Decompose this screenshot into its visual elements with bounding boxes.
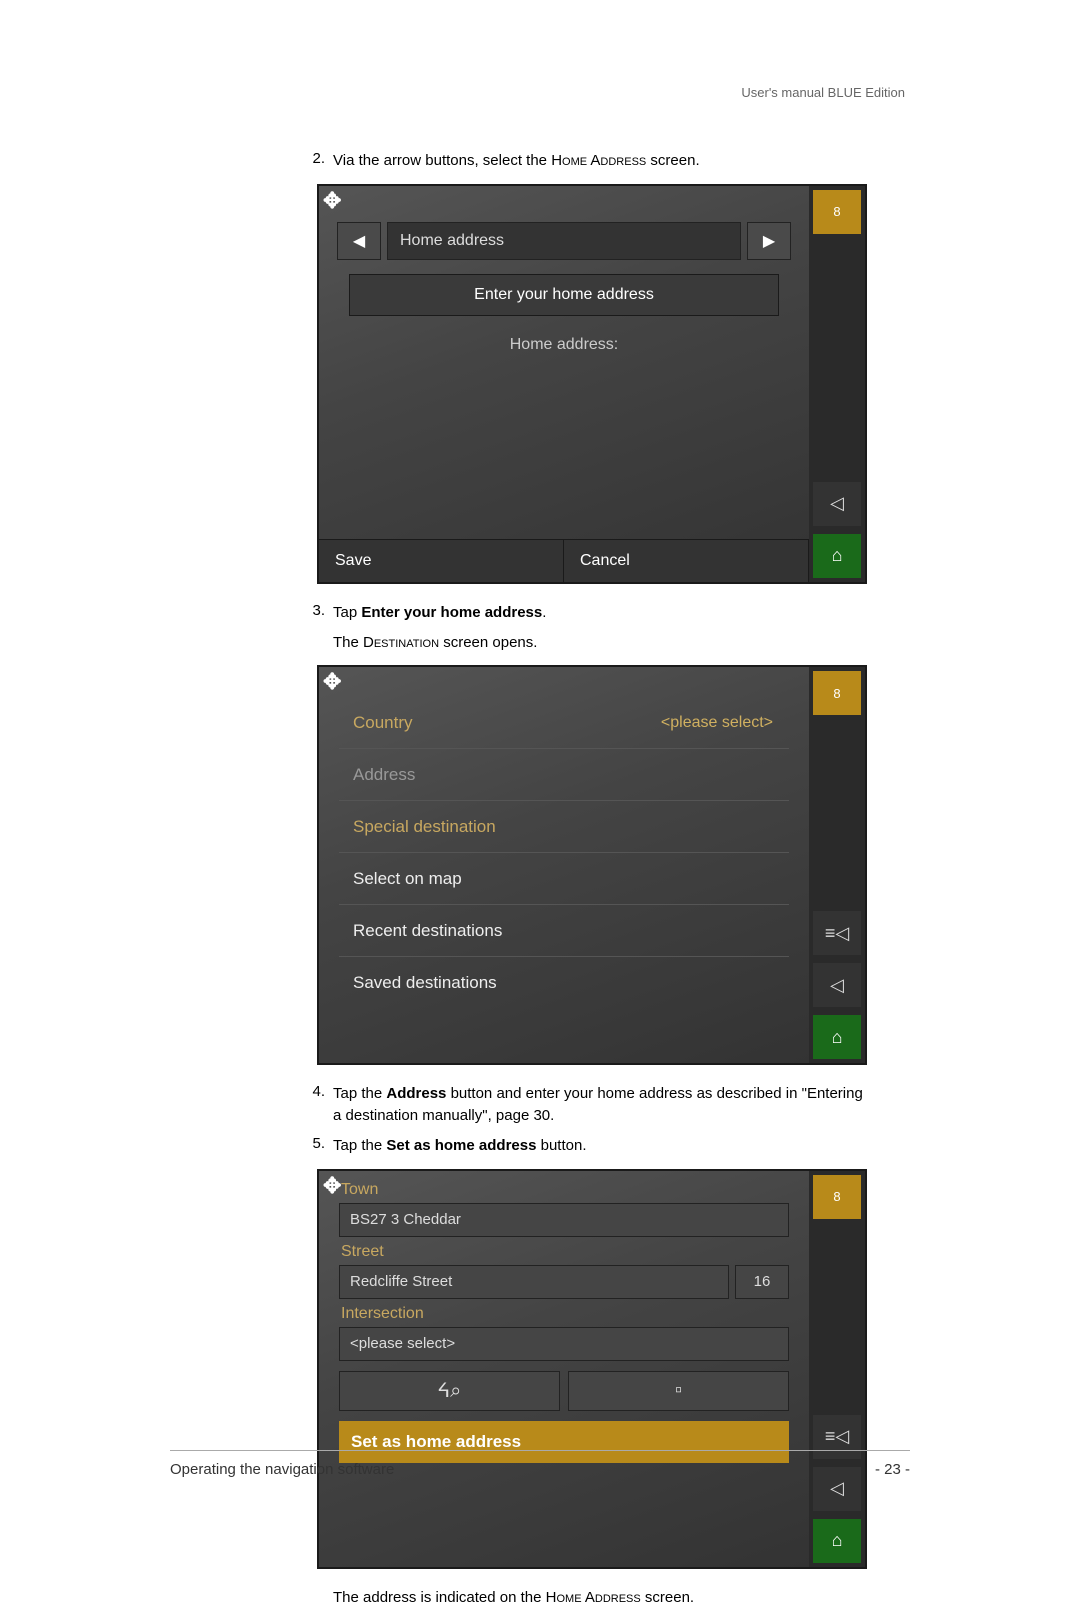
gps-badge-icon[interactable]: 8 — [813, 671, 861, 715]
device-sidebar: 8 ≡◁ ◁ ⌂ — [809, 1171, 865, 1567]
screen-name: Home Address — [551, 152, 646, 169]
field-town: Town BS27 3 Cheddar — [339, 1177, 789, 1237]
label: Town — [339, 1177, 789, 1203]
device-sidebar: 8 ≡◁ ◁ ⌂ — [809, 667, 865, 1063]
route-search-button[interactable]: ᔦ⌕ — [339, 1371, 560, 1411]
screen-name: Home Address — [546, 1589, 641, 1606]
home-icon[interactable]: ⌂ — [813, 1015, 861, 1059]
text: Tap the — [333, 1137, 386, 1154]
step-num: 2. — [305, 150, 333, 172]
icon-buttons: ᔦ⌕ ▫ — [339, 1371, 789, 1411]
gps-badge-icon[interactable]: 8 — [813, 190, 861, 234]
cancel-button[interactable]: Cancel — [564, 540, 809, 582]
text: Tap the — [333, 1085, 386, 1102]
intersection-input[interactable]: <please select> — [339, 1327, 789, 1361]
step-num: 5. — [305, 1135, 333, 1157]
label: Intersection — [339, 1301, 789, 1327]
device-screenshot-home-address: ✥ ◀ Home address ▶ Enter your home addre… — [317, 184, 867, 584]
step-num: 4. — [305, 1083, 333, 1127]
back-icon[interactable]: ◁ — [813, 963, 861, 1007]
screen-name: Destination — [363, 634, 439, 651]
text: . — [542, 604, 546, 621]
bold: Address — [386, 1085, 446, 1102]
device-screenshot-destination: ✥ Country <please select> Address Specia… — [317, 665, 867, 1065]
list-item-select-on-map[interactable]: Select on map — [339, 853, 789, 905]
text: screen. — [641, 1589, 694, 1606]
home-icon[interactable]: ⌂ — [813, 534, 861, 578]
home-icon[interactable]: ⌂ — [813, 1519, 861, 1563]
text: screen. — [646, 152, 699, 169]
back-icon[interactable]: ◁ — [813, 482, 861, 526]
move-icon[interactable]: ✥ — [323, 669, 341, 695]
move-icon[interactable]: ✥ — [323, 1173, 341, 1199]
label: Street — [339, 1239, 789, 1265]
list-item-recent-destinations[interactable]: Recent destinations — [339, 905, 789, 957]
bold: Enter your home address — [361, 604, 542, 621]
list-icon[interactable]: ≡◁ — [813, 911, 861, 955]
text: Via the arrow buttons, select the — [333, 152, 551, 169]
label: Country — [353, 713, 413, 733]
bottom-buttons: Save Cancel — [319, 539, 809, 582]
footer-left: Operating the navigation software — [170, 1461, 394, 1478]
text: button. — [536, 1137, 586, 1154]
page-content: 2. Via the arrow buttons, select the Hom… — [305, 150, 875, 1608]
page-footer: Operating the navigation software - 23 - — [170, 1450, 910, 1478]
save-button[interactable]: Save — [319, 540, 564, 582]
save-location-button[interactable]: ▫ — [568, 1371, 789, 1411]
list-item-special-destination[interactable]: Special destination — [339, 801, 789, 853]
list-item-address[interactable]: Address — [339, 749, 789, 801]
list-item-saved-destinations[interactable]: Saved destinations — [339, 957, 789, 1009]
step-3: 3. Tap Enter your home address. — [305, 602, 875, 624]
town-input[interactable]: BS27 3 Cheddar — [339, 1203, 789, 1237]
text: screen opens. — [439, 634, 537, 651]
device-main-area: ✥ ◀ Home address ▶ Enter your home addre… — [319, 186, 809, 582]
street-number-input[interactable]: 16 — [735, 1265, 789, 1299]
tab-row: ◀ Home address ▶ — [337, 222, 791, 260]
step-text: Tap Enter your home address. — [333, 602, 875, 624]
enter-home-address-button[interactable]: Enter your home address — [349, 274, 779, 316]
home-address-label: Home address: — [325, 336, 803, 354]
bold: Set as home address — [386, 1137, 536, 1154]
device-main-area: ✥ Country <please select> Address Specia… — [319, 667, 809, 1063]
list-item-country[interactable]: Country <please select> — [339, 697, 789, 749]
device-main-area: ✥ Town BS27 3 Cheddar Street Redcliffe S… — [319, 1171, 809, 1567]
footer-right: - 23 - — [875, 1461, 910, 1478]
text: Tap — [333, 604, 361, 621]
field-street: Street Redcliffe Street 16 — [339, 1239, 789, 1299]
tab-label: Home address — [387, 222, 741, 260]
move-icon[interactable]: ✥ — [323, 188, 341, 214]
gps-badge-icon[interactable]: 8 — [813, 1175, 861, 1219]
step-2: 2. Via the arrow buttons, select the Hom… — [305, 150, 875, 172]
header-right: User's manual BLUE Edition — [741, 85, 905, 100]
step-text: Via the arrow buttons, select the Home A… — [333, 150, 875, 172]
step-num: 3. — [305, 602, 333, 624]
step-text: Tap the Address button and enter your ho… — [333, 1083, 875, 1127]
step-5: 5. Tap the Set as home address button. — [305, 1135, 875, 1157]
street-input[interactable]: Redcliffe Street — [339, 1265, 729, 1299]
prev-arrow-button[interactable]: ◀ — [337, 222, 381, 260]
value: <please select> — [661, 714, 789, 732]
step-3-sub: The Destination screen opens. — [333, 632, 875, 654]
device-screenshot-address-entry: ✥ Town BS27 3 Cheddar Street Redcliffe S… — [317, 1169, 867, 1569]
after-step-5: The address is indicated on the Home Add… — [333, 1587, 875, 1608]
next-arrow-button[interactable]: ▶ — [747, 222, 791, 260]
field-intersection: Intersection <please select> — [339, 1301, 789, 1361]
text: The — [333, 634, 363, 651]
step-4: 4. Tap the Address button and enter your… — [305, 1083, 875, 1127]
step-text: Tap the Set as home address button. — [333, 1135, 875, 1157]
text: The address is indicated on the — [333, 1589, 546, 1606]
device-sidebar: 8 ◁ ⌂ — [809, 186, 865, 582]
